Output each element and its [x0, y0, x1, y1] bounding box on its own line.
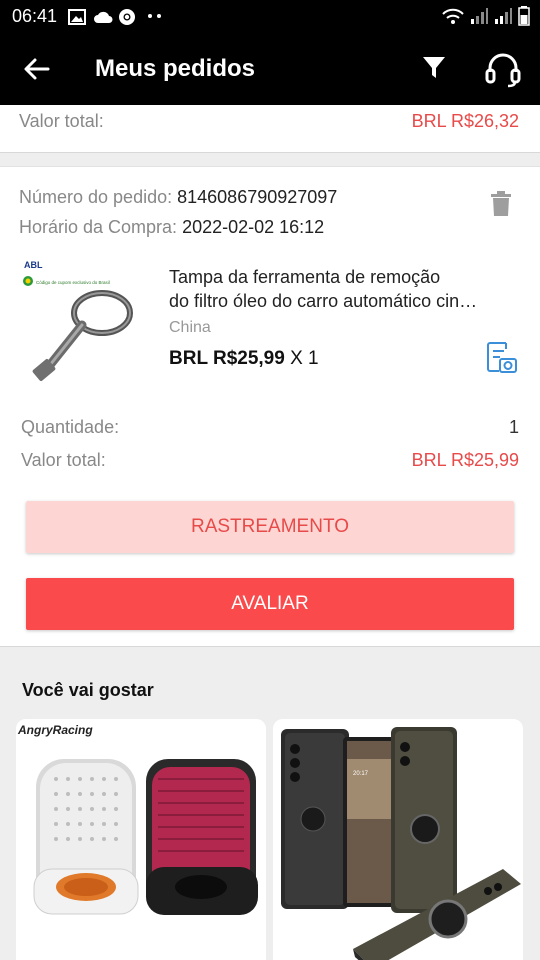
signal-icon — [471, 8, 488, 24]
trash-icon[interactable] — [490, 191, 512, 217]
previous-order-card: Valor total: BRL R$26,32 — [0, 105, 540, 153]
product-title-line2: do filtro óleo do carro automático cin… — [169, 291, 478, 311]
product-image-caption: Código de cupom exclusivo do Brasil — [36, 280, 110, 285]
air-filter-image — [16, 719, 266, 960]
quantity-value: 1 — [508, 417, 519, 437]
product-title[interactable]: Tampa da ferramenta de remoção do filtro… — [169, 265, 519, 313]
chrome-icon — [119, 9, 135, 25]
order-number-label: Número do pedido: — [19, 187, 173, 207]
recommendation-card[interactable]: AngryRacing — [16, 719, 266, 960]
cloud-icon — [94, 11, 113, 23]
headset-icon[interactable] — [484, 50, 522, 88]
order-total-value: BRL R$25,99 — [411, 450, 519, 470]
order-number-value: 8146086790927097 — [177, 187, 338, 207]
purchase-time-label: Horário da Compra: — [19, 217, 178, 237]
status-bar: 06:41 — [0, 0, 540, 34]
phone-case-image: 20:17 — [273, 719, 523, 960]
wifi-icon — [442, 8, 464, 24]
photo-review-icon[interactable] — [486, 341, 518, 375]
order-number: Número do pedido: 8146086790927097 — [19, 187, 337, 208]
page-title: Meus pedidos — [95, 55, 256, 82]
filter-icon[interactable] — [421, 54, 447, 82]
rate-button[interactable]: AVALIAR — [26, 578, 514, 630]
product-price: BRL R$25,99 X 1 — [169, 348, 319, 370]
product-price-value: BRL R$25,99 — [169, 348, 285, 369]
total-value: BRL R$26,32 — [411, 111, 519, 131]
track-button[interactable]: RASTREAMENTO — [26, 501, 514, 553]
total-label: Valor total: — [19, 111, 104, 131]
product-title-line1: Tampa da ferramenta de remoção — [169, 267, 441, 287]
image-icon — [68, 9, 86, 25]
product-qty: X 1 — [284, 348, 319, 369]
app-bar: Meus pedidos — [0, 34, 540, 105]
purchase-time: Horário da Compra: 2022-02-02 16:12 — [19, 217, 324, 238]
battery-icon — [518, 6, 530, 26]
status-time: 06:41 — [12, 6, 58, 26]
order-card: Número do pedido: 8146086790927097 Horár… — [0, 166, 540, 647]
svg-text:20:17: 20:17 — [353, 771, 369, 777]
back-arrow-icon[interactable] — [22, 54, 52, 84]
brand-logo-text: AngryRacing — [18, 723, 93, 737]
order-total-label: Valor total: — [21, 450, 106, 470]
signal-icon — [495, 8, 512, 24]
product-origin: China — [169, 319, 211, 336]
product-image[interactable]: ABL Código de cupom exclusivo do Brasil — [20, 257, 152, 389]
recommendation-card[interactable]: 20:17 — [273, 719, 523, 960]
recommendations-title: Você vai gostar — [22, 680, 154, 700]
more-dots-icon — [148, 14, 161, 18]
quantity-label: Quantidade: — [21, 417, 120, 437]
product-image-badge: ABL — [24, 260, 43, 270]
purchase-time-value: 2022-02-02 16:12 — [182, 217, 325, 237]
